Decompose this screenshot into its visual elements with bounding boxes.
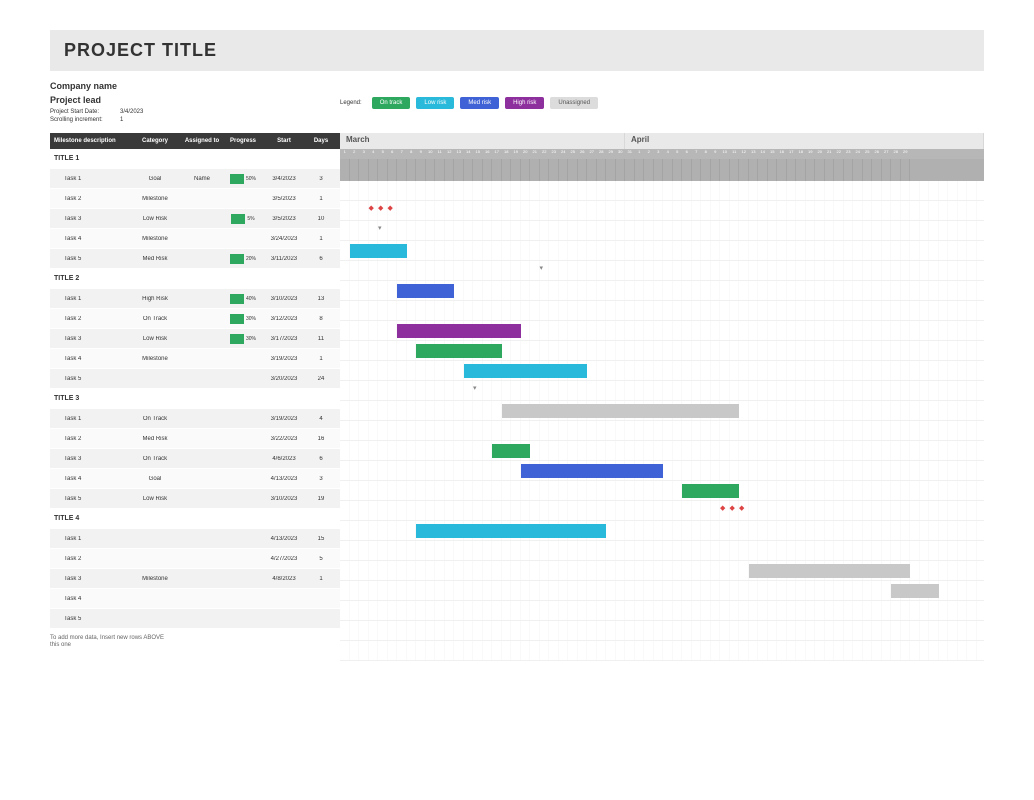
group-row: TITLE 2 [50,269,340,289]
gantt-row [340,421,984,441]
gantt-row [340,441,984,461]
footer-note: To add more data, Insert new rows ABOVE … [50,635,170,649]
goal-marker-icon: ◆ [369,204,374,212]
gantt-row [340,581,984,601]
col-progress: Progress [224,138,262,144]
gantt-grid: ◆ ◆ ◆ ▾ ▾ ▾ ◆ ◆ ◆ [340,181,984,661]
gantt-row [340,481,984,501]
group-row: TITLE 1 [50,149,340,169]
gantt-bar[interactable] [521,464,664,478]
col-assigned: Assigned to [180,138,224,144]
gantt-row [340,461,984,481]
goal-marker-icon: ◆ [720,504,725,512]
gantt-row [340,521,984,541]
gantt-row [340,621,984,641]
table-row[interactable]: Task 4Milestone3/19/20231 [50,349,340,369]
gantt-row: ▾ [340,221,984,241]
table-row[interactable]: Task 2On Track30%3/12/20238 [50,309,340,329]
gantt-row [340,281,984,301]
table-row[interactable]: Task 1High Risk40%3/10/202313 [50,289,340,309]
gantt-row: ◆ ◆ ◆ [340,501,984,521]
milestone-icon: ▾ [473,384,477,392]
group-row: TITLE 3 [50,389,340,409]
scroll-value: 1 [120,117,123,123]
legend-highrisk: High risk [505,97,544,109]
table-row[interactable]: Task 14/13/202315 [50,529,340,549]
gantt-row [340,641,984,661]
company-name: Company name [50,81,340,91]
gantt-row: ▾ [340,261,984,281]
table-row[interactable]: Task 3Low Risk30%3/17/202311 [50,329,340,349]
gantt-bar[interactable] [397,324,521,338]
gantt-row: ◆ ◆ ◆ [340,201,984,221]
gantt-bar[interactable] [682,484,739,498]
project-lead: Project lead [50,95,340,105]
start-date-value: 3/4/2023 [120,109,143,115]
start-date-label: Project Start Date: [50,109,120,115]
gantt-bar[interactable] [416,524,606,538]
milestone-icon: ▾ [378,224,382,232]
gantt-bar[interactable] [749,564,911,578]
table-row[interactable]: Task 4 [50,589,340,609]
table-row[interactable]: Task 4Milestone3/24/20231 [50,229,340,249]
month-header: March April [340,133,984,149]
table-row[interactable]: Task 5 [50,609,340,629]
gantt-bar[interactable] [464,364,588,378]
table-row[interactable]: Task 1GoalName50%3/4/20233 [50,169,340,189]
table-row[interactable]: Task 5Low Risk3/10/202319 [50,489,340,509]
table-row[interactable]: Task 5Med Risk20%3/11/20236 [50,249,340,269]
gantt-row [340,321,984,341]
col-start: Start [262,138,306,144]
gantt-row [340,361,984,381]
table-row[interactable]: Task 1On Track3/19/20234 [50,409,340,429]
legend-lowrisk: Low risk [416,97,454,109]
legend-label: Legend: [340,100,362,106]
sub-header [340,159,984,181]
table-row[interactable]: Task 2Med Risk3/22/202316 [50,429,340,449]
scroll-label: Scrolling increment: [50,117,120,123]
col-category: Category [130,138,180,144]
group-row: TITLE 4 [50,509,340,529]
legend-ontrack: On track [372,97,411,109]
table-row[interactable]: Task 3Milestone4/8/20231 [50,569,340,589]
gantt-row [340,241,984,261]
table-row[interactable]: Task 3On Track4/6/20236 [50,449,340,469]
col-days: Days [306,138,336,144]
legend-medrisk: Med risk [460,97,499,109]
legend-unassigned: Unassigned [550,97,598,109]
gantt-row [340,181,984,201]
day-header: 1234567891011121314151617181920212223242… [340,149,984,159]
gantt-row: ▾ [340,381,984,401]
gantt-bar[interactable] [502,404,740,418]
gantt-bar[interactable] [492,444,530,458]
milestone-icon: ▾ [540,264,544,272]
table-row[interactable]: Task 4Goal4/13/20233 [50,469,340,489]
page-title: PROJECT TITLE [50,30,984,71]
gantt-row [340,401,984,421]
gantt-row [340,301,984,321]
month-april: April [625,133,984,149]
legend: Legend: On track Low risk Med risk High … [340,81,598,125]
goal-marker-icon: ◆ [388,204,393,212]
gantt-bar[interactable] [416,344,502,358]
goal-marker-icon: ◆ [739,504,744,512]
gantt-row [340,561,984,581]
table-row[interactable]: Task 2Milestone3/5/20231 [50,189,340,209]
table-row[interactable]: Task 53/20/202324 [50,369,340,389]
gantt-bar[interactable] [891,584,939,598]
gantt-bar[interactable] [397,284,454,298]
gantt-row [340,601,984,621]
table-row[interactable]: Task 3Low Risk5%3/5/202310 [50,209,340,229]
gantt-row [340,541,984,561]
table-row[interactable]: Task 24/27/20235 [50,549,340,569]
table-header: Milestone description Category Assigned … [50,133,340,149]
month-march: March [340,133,625,149]
gantt-row [340,341,984,361]
goal-marker-icon: ◆ [730,504,735,512]
goal-marker-icon: ◆ [378,204,383,212]
gantt-bar[interactable] [350,244,407,258]
col-desc: Milestone description [50,138,130,144]
